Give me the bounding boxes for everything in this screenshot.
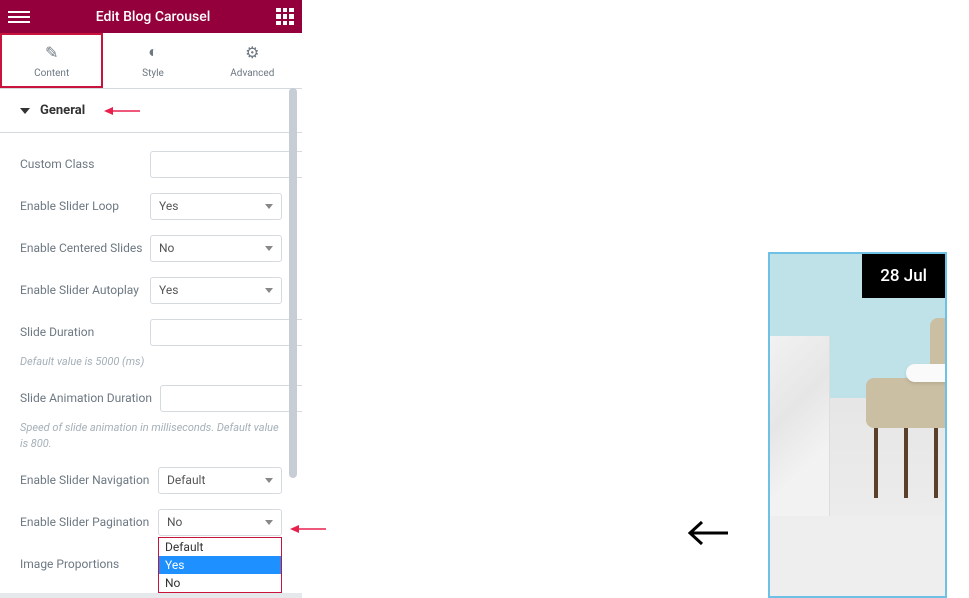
label-slider-loop: Enable Slider Loop (20, 199, 150, 213)
card-image: 28 Jul (770, 254, 945, 516)
preview-pane: 28 Jul LOTIONSYDNEY HALE CO. SOAPSYDNEY … (302, 0, 969, 598)
row-anim-duration: Slide Animation Duration (20, 377, 282, 419)
pencil-icon: ✎ (45, 43, 58, 62)
decorative (906, 364, 947, 382)
select-slider-autoplay[interactable]: Yes (150, 277, 282, 304)
row-centered-slides: Enable Centered Slides No (20, 227, 282, 269)
decorative (770, 336, 830, 516)
tab-style[interactable]: ◐ Style (103, 33, 202, 88)
select-slider-pagination-value: No (167, 515, 265, 529)
editor-sidebar: Edit Blog Carousel ✎ Content ◐ Style ⚙ A… (0, 0, 302, 598)
select-slider-pagination[interactable]: No (158, 509, 282, 536)
tab-content[interactable]: ✎ Content (0, 33, 103, 88)
decorative (856, 298, 947, 478)
select-slider-autoplay-value: Yes (159, 283, 265, 297)
contrast-icon: ◐ (148, 42, 158, 62)
menu-icon[interactable] (8, 11, 30, 23)
tab-advanced[interactable]: ⚙ Advanced (203, 33, 302, 88)
select-slider-nav[interactable]: Default (158, 467, 282, 494)
row-slider-autoplay: Enable Slider Autoplay Yes (20, 269, 282, 311)
chevron-down-icon (265, 478, 273, 483)
label-centered-slides: Enable Centered Slides (20, 241, 150, 255)
label-slider-pagination: Enable Slider Pagination (20, 515, 158, 529)
caret-down-icon (20, 108, 30, 114)
scrollbar-thumb[interactable] (289, 88, 297, 478)
tab-advanced-label: Advanced (230, 68, 274, 79)
slide-duration-input[interactable] (151, 325, 302, 339)
section-general[interactable]: General (0, 89, 302, 133)
tab-style-label: Style (142, 68, 164, 79)
controls: Custom Class Enable Slider Loop Yes Enab… (0, 133, 302, 593)
tabs: ✎ Content ◐ Style ⚙ Advanced (0, 33, 302, 89)
row-slider-loop: Enable Slider Loop Yes (20, 185, 282, 227)
select-centered-slides-value: No (159, 241, 265, 255)
scrollbar[interactable] (289, 88, 297, 548)
tab-content-label: Content (34, 68, 69, 79)
panel: General Custom Class Enable Slider Loop … (0, 89, 302, 593)
gear-icon: ⚙ (245, 43, 259, 62)
anim-duration-input[interactable] (161, 391, 302, 405)
row-slide-duration: Slide Duration (20, 311, 282, 353)
select-slider-loop-value: Yes (159, 199, 265, 213)
label-custom-class: Custom Class (20, 157, 150, 171)
custom-class-input[interactable] (151, 157, 302, 171)
editor-header: Edit Blog Carousel (0, 0, 302, 33)
apps-icon[interactable] (276, 8, 294, 26)
back-arrow-icon (686, 518, 730, 548)
select-slider-nav-value: Default (167, 473, 265, 487)
chevron-down-icon (265, 246, 273, 251)
select-slider-loop[interactable]: Yes (150, 193, 282, 220)
header-title: Edit Blog Carousel (30, 9, 276, 25)
carousel-card[interactable]: 28 Jul (768, 252, 947, 598)
label-slide-duration: Slide Duration (20, 325, 150, 339)
label-image-proportions: Image Proportions (20, 557, 150, 571)
input-custom-class-wrap (150, 151, 302, 178)
dropdown-option-no[interactable]: No (159, 574, 281, 592)
annotation-arrow (290, 521, 326, 540)
chevron-down-icon (265, 204, 273, 209)
dropdown-option-yes[interactable]: Yes (159, 556, 281, 574)
hint-slide-duration: Default value is 5000 (ms) (20, 353, 282, 377)
input-slide-duration-wrap (150, 319, 302, 346)
chevron-down-icon (265, 520, 273, 525)
hint-anim-duration: Speed of slide animation in milliseconds… (20, 419, 282, 459)
annotation-arrow (104, 104, 140, 118)
row-slider-nav: Enable Slider Navigation Default (20, 459, 282, 501)
input-anim-duration-wrap (160, 385, 302, 412)
blog-carousel: 28 Jul LOTIONSYDNEY HALE CO. SOAPSYDNEY … (768, 252, 969, 598)
chevron-down-icon (265, 288, 273, 293)
label-anim-duration: Slide Animation Duration (20, 391, 160, 405)
date-badge: 28 Jul (862, 254, 945, 298)
label-slider-nav: Enable Slider Navigation (20, 473, 158, 487)
dropdown-option-default[interactable]: Default (159, 538, 281, 556)
section-title: General (40, 103, 85, 118)
label-slider-autoplay: Enable Slider Autoplay (20, 283, 150, 297)
pagination-dropdown: Default Yes No (158, 537, 282, 593)
select-centered-slides[interactable]: No (150, 235, 282, 262)
row-custom-class: Custom Class (20, 143, 282, 185)
